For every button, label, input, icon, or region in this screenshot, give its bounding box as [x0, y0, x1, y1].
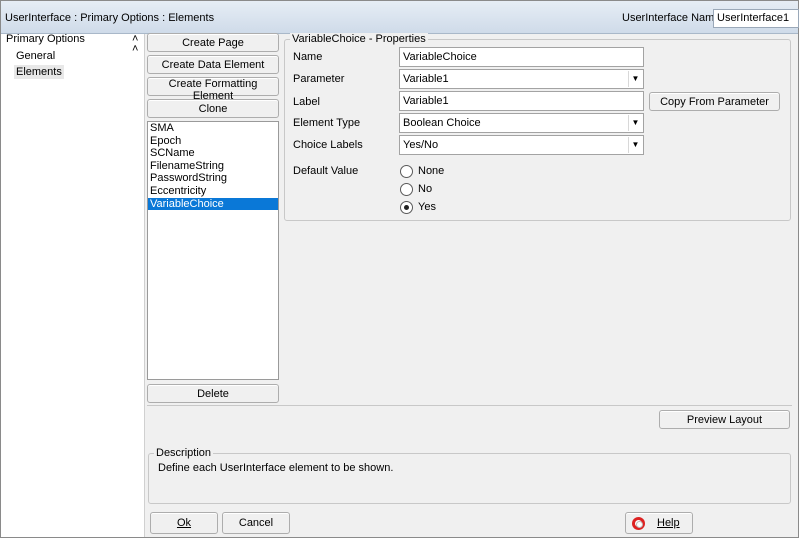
divider: [147, 405, 792, 406]
element-type-value: Boolean Choice: [403, 117, 481, 129]
tree-item-elements[interactable]: Elements: [14, 65, 64, 79]
help-label: Help: [657, 517, 680, 529]
preview-layout-button[interactable]: Preview Layout: [659, 410, 790, 429]
list-item-passwordstring[interactable]: PasswordString: [148, 172, 278, 185]
breadcrumb: UserInterface : Primary Options : Elemen…: [5, 12, 215, 24]
default-no-radio[interactable]: [400, 183, 413, 196]
parameter-value: Variable1: [403, 73, 449, 85]
name-label: Name: [293, 51, 323, 63]
properties-legend: VariableChoice - Properties: [290, 33, 428, 45]
elements-list[interactable]: SMA Epoch SCName FilenameString Password…: [147, 121, 279, 380]
label-label: Label: [293, 96, 320, 108]
list-item-epoch[interactable]: Epoch: [148, 135, 278, 148]
collapse-icon[interactable]: ˄ ˄: [132, 34, 138, 55]
lifebuoy-icon: [632, 517, 645, 530]
dropdown-arrow-icon[interactable]: ▼: [628, 71, 642, 87]
tree-item-general[interactable]: General: [16, 50, 55, 62]
window-header: UserInterface : Primary Options : Elemen…: [1, 1, 799, 34]
description-group: [148, 453, 791, 504]
ok-button[interactable]: Ok: [150, 512, 218, 534]
list-item-variablechoice[interactable]: VariableChoice: [148, 197, 278, 211]
tree-item-primary-options[interactable]: Primary Options: [6, 33, 85, 45]
list-item-scname[interactable]: SCName: [148, 147, 278, 160]
label-field[interactable]: Variable1: [399, 91, 644, 111]
default-none-label: None: [418, 165, 445, 177]
create-data-element-button[interactable]: Create Data Element: [147, 55, 279, 74]
options-tree: [1, 34, 145, 537]
description-legend: Description: [154, 447, 214, 459]
list-item-eccentricity[interactable]: Eccentricity: [148, 185, 278, 198]
name-field[interactable]: VariableChoice: [399, 47, 644, 67]
default-none-radio[interactable]: [400, 165, 413, 178]
list-item-sma[interactable]: SMA: [148, 122, 278, 135]
parameter-label: Parameter: [293, 73, 345, 85]
default-yes-radio[interactable]: [400, 201, 413, 214]
parameter-select[interactable]: Variable1 ▼: [399, 69, 644, 89]
choice-labels-label: Choice Labels: [293, 139, 363, 151]
default-no-label: No: [418, 183, 433, 195]
userinterface-name-field[interactable]: UserInterface1: [713, 9, 799, 28]
default-value-label: Default Value: [293, 165, 359, 177]
cancel-button[interactable]: Cancel: [222, 512, 290, 534]
choice-labels-value: Yes/No: [403, 139, 439, 151]
delete-button[interactable]: Delete: [147, 384, 279, 403]
dropdown-arrow-icon[interactable]: ▼: [628, 115, 642, 131]
userinterface-name-label: UserInterface Name: [622, 12, 721, 24]
copy-from-parameter-button[interactable]: Copy From Parameter: [649, 92, 780, 111]
dropdown-arrow-icon[interactable]: ▼: [628, 137, 642, 153]
element-type-select[interactable]: Boolean Choice ▼: [399, 113, 644, 133]
ok-label: Ok: [176, 517, 192, 529]
default-yes-label: Yes: [418, 201, 436, 213]
create-page-button[interactable]: Create Page: [147, 33, 279, 52]
help-button[interactable]: Help: [625, 512, 693, 534]
clone-button[interactable]: Clone: [147, 99, 279, 118]
create-formatting-element-button[interactable]: Create Formatting Element: [147, 77, 279, 102]
description-text: Define each UserInterface element to be …: [158, 462, 394, 474]
choice-labels-select[interactable]: Yes/No ▼: [399, 135, 644, 155]
list-item-filenamestring[interactable]: FilenameString: [148, 160, 278, 173]
radio-selected-dot: [404, 205, 409, 210]
element-type-label: Element Type: [293, 117, 361, 129]
